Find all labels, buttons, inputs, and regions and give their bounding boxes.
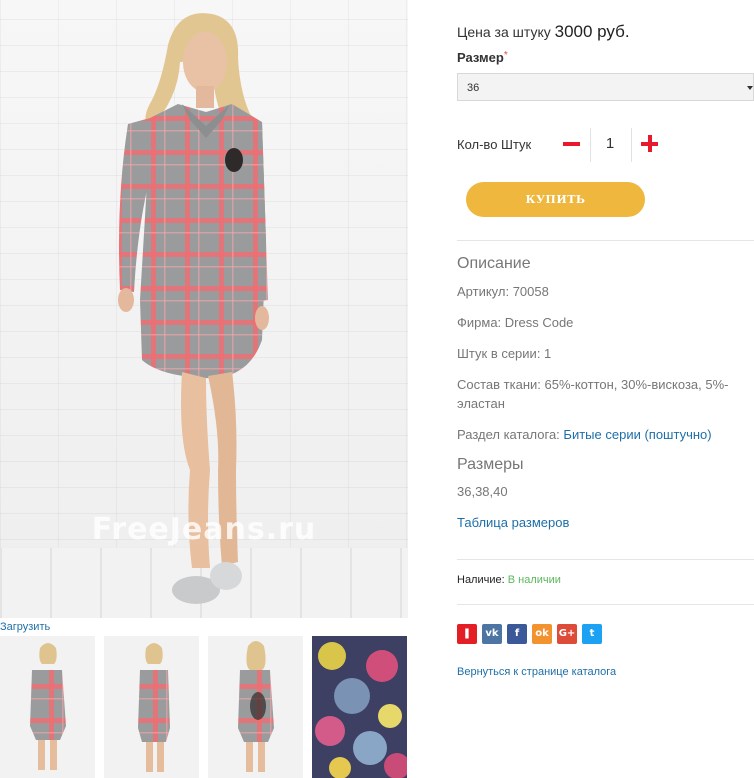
brand: Фирма: Dress Code [457, 315, 574, 330]
price-label: Цена за штуку [457, 24, 551, 40]
availability-status: В наличии [507, 574, 561, 586]
size-label: Размер* [457, 50, 508, 65]
odnoklassniki-icon[interactable]: ok [532, 624, 552, 644]
size-select[interactable]: 36 [457, 73, 754, 101]
google-plus-icon[interactable]: G+ [557, 624, 577, 644]
price-value: 3000 руб. [554, 22, 630, 41]
quantity-stepper: Кол-во Штук 1 [457, 128, 754, 162]
bookmark-icon[interactable]: ❚ [457, 624, 477, 644]
quantity-input[interactable]: 1 [601, 135, 619, 152]
required-mark: * [503, 50, 508, 61]
divider [590, 128, 591, 162]
catalog-section-label: Раздел каталога: [457, 427, 560, 442]
divider [457, 559, 754, 560]
facebook-icon[interactable]: f [507, 624, 527, 644]
price-line: Цена за штуку 3000 руб. [457, 22, 630, 42]
catalog-section-link[interactable]: Битые серии (поштучно) [563, 427, 711, 442]
buy-button[interactable]: КУПИТЬ [466, 182, 645, 217]
availability: Наличие: В наличии [457, 574, 561, 586]
thumbnail-side[interactable] [104, 636, 199, 778]
thumbnail-strip [0, 636, 408, 778]
size-label-text: Размер [457, 50, 504, 65]
sizes-list: 36,38,40 [457, 484, 508, 499]
upload-link[interactable]: Загрузить [0, 621, 50, 633]
chevron-down-icon [747, 86, 753, 90]
description-title: Описание [457, 255, 531, 272]
article-number: Артикул: 70058 [457, 284, 549, 299]
quantity-label: Кол-во Штук [457, 137, 532, 152]
vk-icon[interactable]: vk [482, 624, 502, 644]
divider [457, 240, 754, 241]
size-select-value: 36 [467, 82, 480, 94]
sizes-title: Размеры [457, 456, 524, 473]
catalog-section: Раздел каталога: Битые серии (поштучно) [457, 425, 747, 444]
product-main-photo[interactable]: FreeJeans.ru [0, 0, 408, 618]
twitter-icon[interactable]: t [582, 624, 602, 644]
quantity-increase-button[interactable] [640, 134, 660, 154]
back-to-catalog-link[interactable]: Вернуться к странице каталога [457, 666, 616, 678]
thumbnail-back[interactable] [208, 636, 303, 778]
fabric-composition: Состав ткани: 65%-коттон, 30%-вискоза, 5… [457, 377, 729, 411]
divider [631, 128, 632, 162]
thumbnail-fabric[interactable] [312, 636, 407, 778]
size-table-link[interactable]: Таблица размеров [457, 515, 569, 530]
divider [457, 604, 754, 605]
photo-watermark: FreeJeans.ru [91, 512, 317, 547]
availability-label: Наличие: [457, 574, 505, 586]
quantity-decrease-button[interactable] [562, 134, 582, 154]
thumbnail-front[interactable] [0, 636, 95, 778]
pieces-in-series: Штук в серии: 1 [457, 346, 552, 361]
